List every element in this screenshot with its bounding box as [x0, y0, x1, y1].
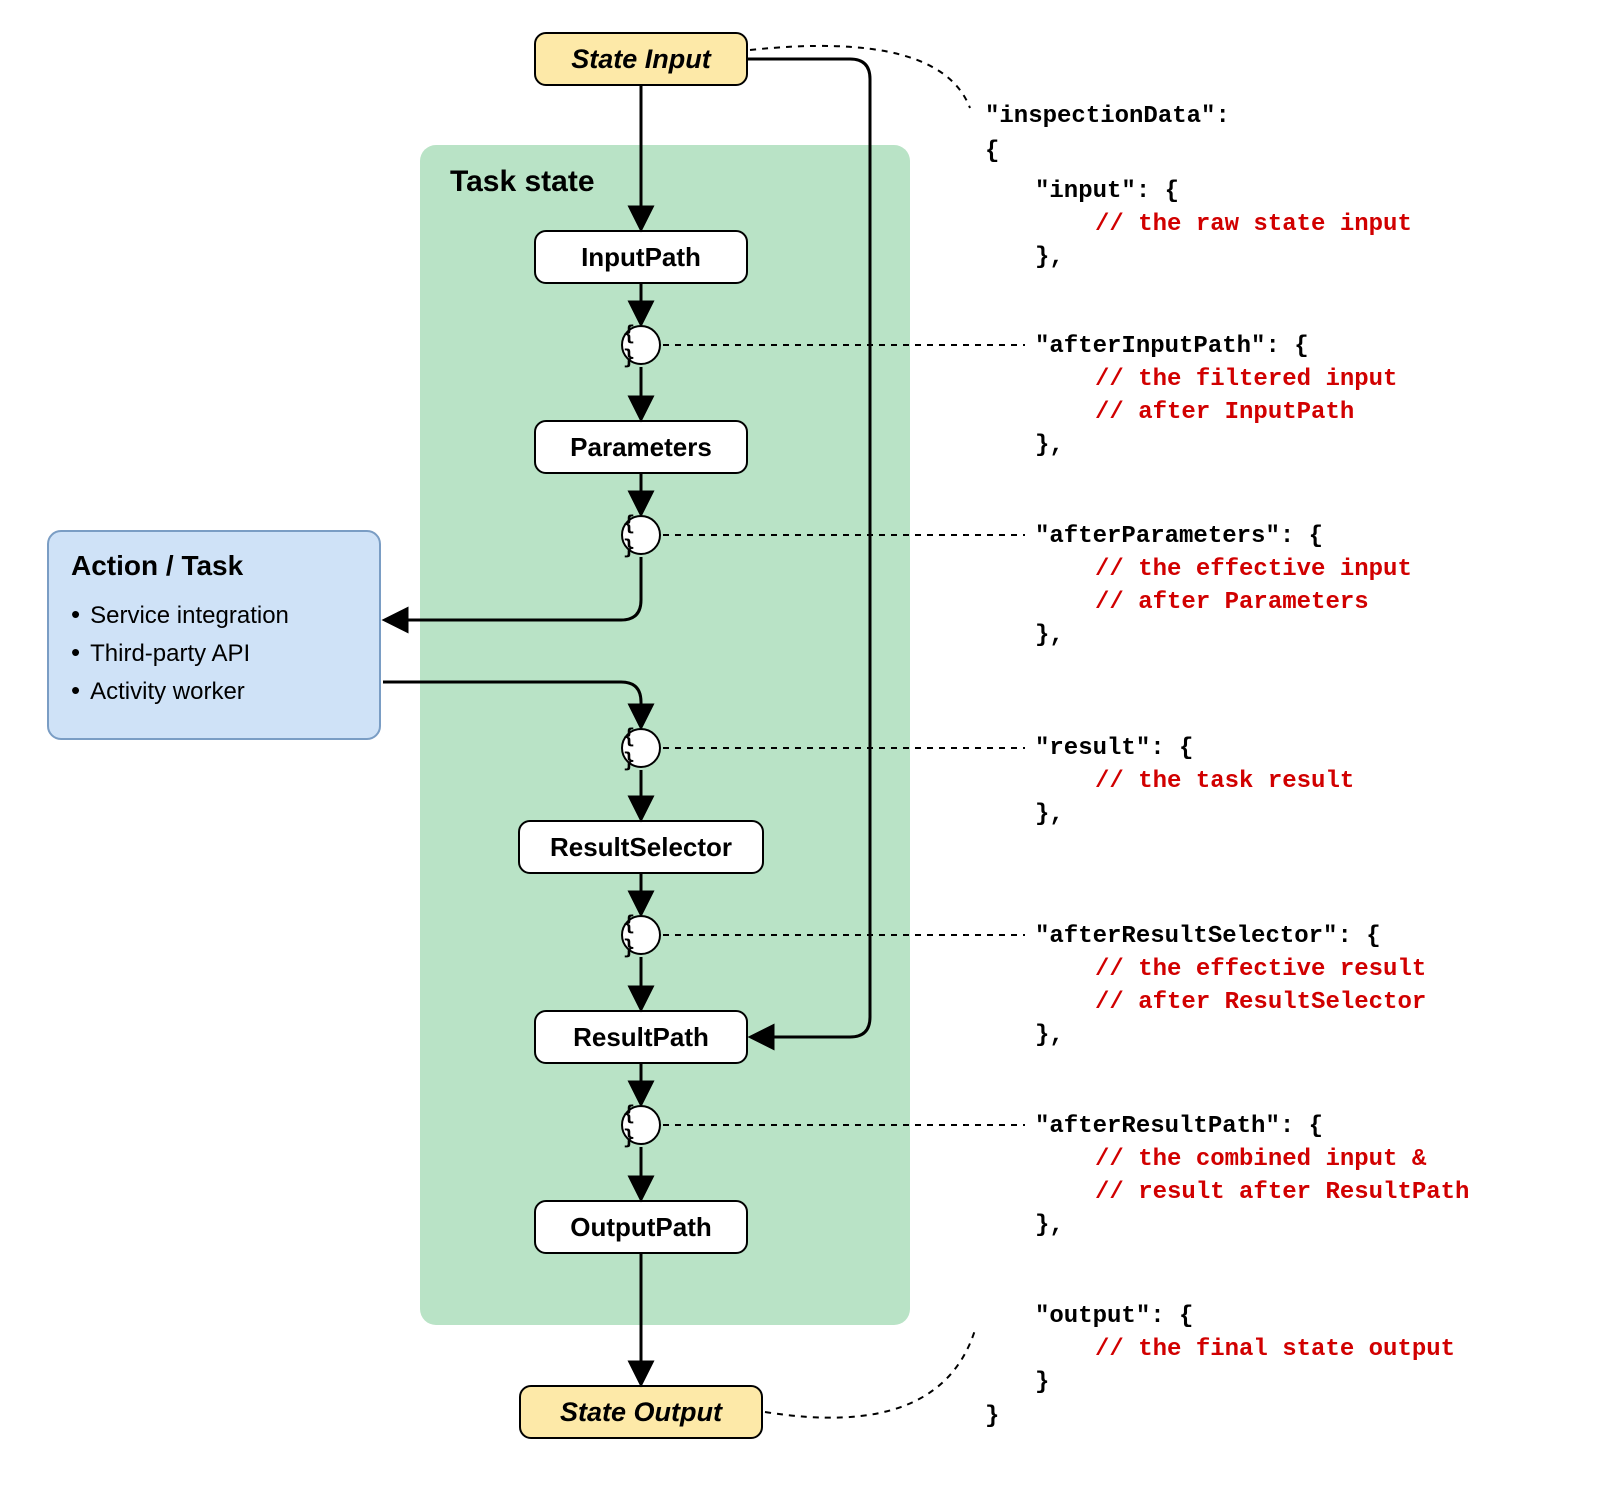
code-ars-end: },	[1035, 1019, 1064, 1052]
code-aip-c2: // after InputPath	[1095, 396, 1354, 429]
code-res-key: "result": {	[1035, 732, 1193, 765]
step-outputpath: OutputPath	[534, 1200, 748, 1254]
state-input-node: State Input	[534, 32, 748, 86]
code-ap-end: },	[1035, 619, 1064, 652]
code-ap-c2: // after Parameters	[1095, 586, 1369, 619]
braces-after-resultpath: { }	[621, 1105, 661, 1145]
state-output-node: State Output	[519, 1385, 763, 1439]
code-res-c1: // the task result	[1095, 765, 1354, 798]
braces-after-parameters: { }	[621, 515, 661, 555]
action-item-3: Activity worker	[71, 672, 357, 710]
code-ars-c2: // after ResultSelector	[1095, 986, 1426, 1019]
code-res-end: },	[1035, 798, 1064, 831]
action-item-2: Third-party API	[71, 634, 357, 672]
code-ap-c1: // the effective input	[1095, 553, 1412, 586]
code-input-end: },	[1035, 241, 1064, 274]
step-parameters: Parameters	[534, 420, 748, 474]
step-resultselector: ResultSelector	[518, 820, 764, 874]
task-state-title: Task state	[450, 165, 595, 199]
code-aip-c1: // the filtered input	[1095, 363, 1397, 396]
action-item-1: Service integration	[71, 596, 357, 634]
code-out-end: }	[1035, 1366, 1049, 1399]
code-out-c1: // the final state output	[1095, 1333, 1455, 1366]
code-input-key: "input": {	[1035, 175, 1179, 208]
code-arp-key: "afterResultPath": {	[1035, 1110, 1323, 1143]
braces-result: { }	[621, 728, 661, 768]
code-arp-c1: // the combined input &	[1095, 1143, 1426, 1176]
code-out-key: "output": {	[1035, 1300, 1193, 1333]
code-input-c1: // the raw state input	[1095, 208, 1412, 241]
code-ars-c1: // the effective result	[1095, 953, 1426, 986]
code-inspection-header: "inspectionData":	[985, 100, 1230, 133]
code-open-brace: {	[985, 135, 999, 168]
task-state-panel	[420, 145, 910, 1325]
code-ap-key: "afterParameters": {	[1035, 520, 1323, 553]
code-ars-key: "afterResultSelector": {	[1035, 920, 1381, 953]
code-arp-c2: // result after ResultPath	[1095, 1176, 1469, 1209]
action-task-panel: Action / Task Service integration Third-…	[47, 530, 381, 740]
code-aip-end: },	[1035, 429, 1064, 462]
action-task-title: Action / Task	[71, 550, 357, 582]
code-aip-key: "afterInputPath": {	[1035, 330, 1309, 363]
code-close-brace: }	[985, 1400, 999, 1433]
step-inputpath: InputPath	[534, 230, 748, 284]
step-resultpath: ResultPath	[534, 1010, 748, 1064]
braces-after-inputpath: { }	[621, 325, 661, 365]
diagram-canvas: Task state State Input InputPath Paramet…	[0, 0, 1600, 1500]
braces-after-resultselector: { }	[621, 915, 661, 955]
code-arp-end: },	[1035, 1209, 1064, 1242]
